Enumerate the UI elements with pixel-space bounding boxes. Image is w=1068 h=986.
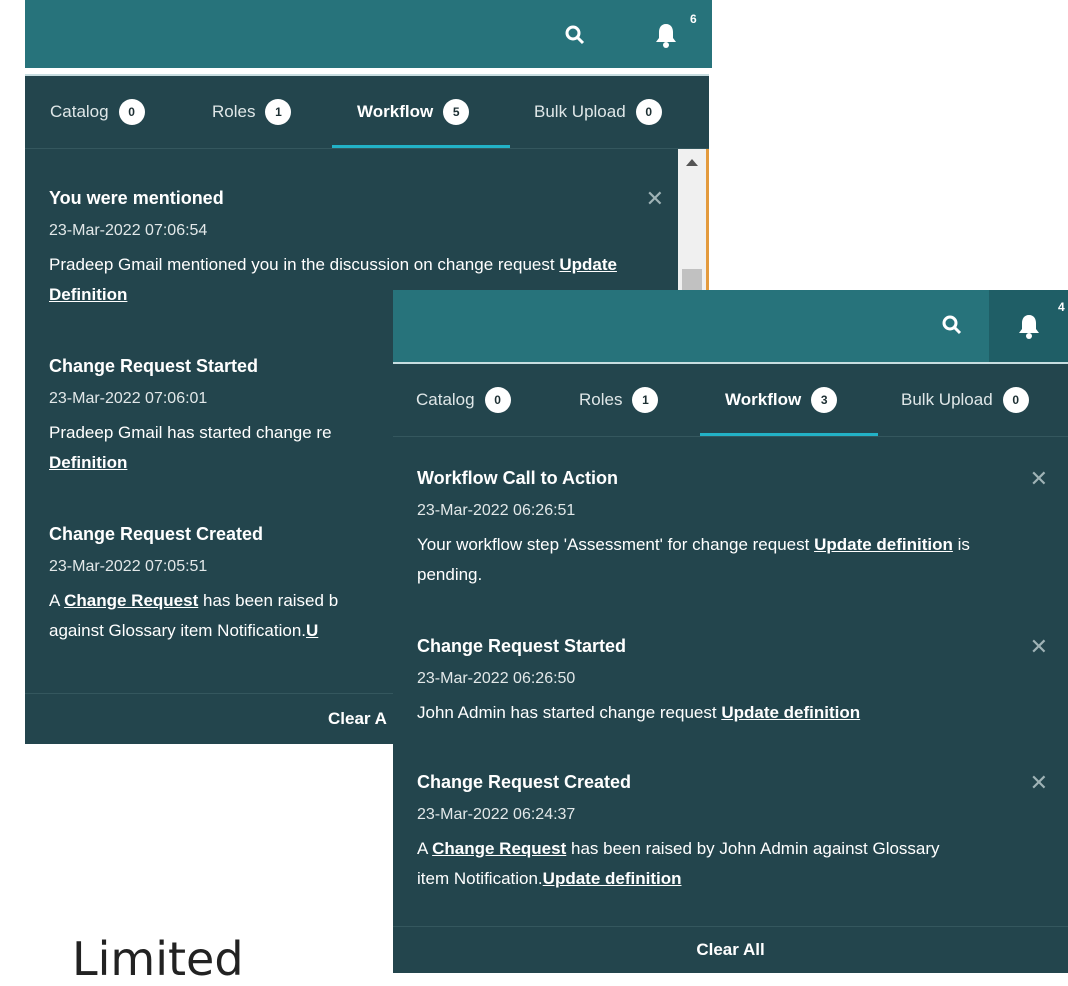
- tab-label: Catalog: [416, 390, 475, 409]
- tab-bulk-upload[interactable]: Bulk Upload 0: [901, 364, 1029, 436]
- bell-icon[interactable]: [649, 18, 683, 52]
- tab-label: Roles: [579, 390, 623, 409]
- tab-count-badge: 1: [265, 99, 292, 125]
- notification-link[interactable]: Update definition: [814, 535, 953, 554]
- tab-catalog[interactable]: Catalog 0: [416, 364, 511, 436]
- notification-link[interactable]: Update definition: [721, 703, 860, 722]
- clear-all-label: Clear A: [328, 709, 387, 728]
- notification-time: 23-Mar-2022 06:24:37: [417, 806, 576, 823]
- tab-count-badge: 0: [1002, 387, 1029, 413]
- notification-message: A Change Request has been raised by John…: [417, 834, 957, 894]
- message-text: A: [49, 591, 65, 610]
- notification-title: Change Request Started: [417, 636, 627, 656]
- notification-time: 23-Mar-2022 07:06:54: [49, 222, 208, 239]
- back-top-bar: 6: [25, 0, 712, 68]
- tab-bulk-upload[interactable]: Bulk Upload 0: [534, 76, 662, 148]
- bell-count-badge: 6: [690, 12, 697, 26]
- tab-roles[interactable]: Roles 1: [212, 76, 292, 148]
- message-text: Your workflow step 'Assessment' for chan…: [417, 535, 815, 554]
- close-icon[interactable]: ✕: [1030, 634, 1048, 660]
- search-icon[interactable]: [560, 20, 590, 50]
- notification-time: 23-Mar-2022 06:26:50: [417, 670, 576, 687]
- change-request-link[interactable]: Change Request: [432, 839, 566, 858]
- tab-label: Catalog: [50, 102, 109, 121]
- tab-label: Roles: [212, 102, 256, 121]
- tab-workflow[interactable]: Workflow 3: [725, 364, 838, 436]
- notification-item: Change Request Created ✕ 23-Mar-2022 06:…: [417, 770, 1048, 894]
- notification-link[interactable]: Definition: [49, 453, 127, 472]
- front-tab-bar: Catalog 0 Roles 1 Workflow 3 Bulk Upload…: [393, 364, 1068, 437]
- close-icon[interactable]: ✕: [1030, 770, 1048, 796]
- active-tab-indicator: [700, 433, 878, 436]
- tab-roles[interactable]: Roles 1: [579, 364, 659, 436]
- message-text: A: [417, 839, 433, 858]
- bell-icon[interactable]: [989, 290, 1068, 362]
- notification-title: Change Request Created: [417, 772, 632, 792]
- front-top-bar: 4: [393, 290, 1068, 362]
- notification-time: 23-Mar-2022 06:26:51: [417, 502, 576, 519]
- message-text: John Admin has started change request: [417, 703, 722, 722]
- close-icon[interactable]: ✕: [646, 186, 664, 212]
- notification-link[interactable]: Update definition: [543, 869, 682, 888]
- notification-item: Workflow Call to Action ✕ 23-Mar-2022 06…: [417, 466, 1048, 590]
- notification-message: Your workflow step 'Assessment' for chan…: [417, 530, 997, 590]
- search-icon[interactable]: [937, 310, 967, 340]
- message-text: Pradeep Gmail mentioned you in the discu…: [49, 255, 560, 274]
- message-text: Pradeep Gmail has started change re: [49, 423, 332, 442]
- tab-count-badge: 0: [484, 387, 511, 413]
- scroll-up-arrow-icon[interactable]: [686, 159, 698, 166]
- tab-workflow[interactable]: Workflow 5: [357, 76, 470, 148]
- clear-all-button[interactable]: Clear All: [393, 926, 1068, 973]
- notification-item: Change Request Started ✕ 23-Mar-2022 06:…: [417, 634, 1048, 728]
- message-text: has been raised b: [198, 591, 339, 610]
- background-text: Limited: [72, 932, 244, 986]
- notification-link[interactable]: U: [306, 621, 318, 640]
- clear-all-label: Clear All: [696, 940, 765, 959]
- tab-count-badge: 3: [811, 387, 838, 413]
- tab-count-badge: 1: [632, 387, 659, 413]
- back-tab-bar: Catalog 0 Roles 1 Workflow 5 Bulk Upload…: [25, 76, 709, 149]
- notification-title: You were mentioned: [49, 188, 224, 208]
- tab-label: Workflow: [725, 390, 802, 409]
- tab-label: Bulk Upload: [901, 390, 993, 409]
- notification-message: John Admin has started change request Up…: [417, 698, 1048, 728]
- close-icon[interactable]: ✕: [1030, 466, 1048, 492]
- notification-title: Workflow Call to Action: [417, 468, 618, 488]
- tab-count-badge: 0: [118, 99, 145, 125]
- tab-count-badge: 0: [635, 99, 662, 125]
- active-tab-indicator: [332, 145, 510, 148]
- tab-catalog[interactable]: Catalog 0: [50, 76, 145, 148]
- tab-count-badge: 5: [443, 99, 470, 125]
- front-panel-body: Catalog 0 Roles 1 Workflow 3 Bulk Upload…: [393, 362, 1068, 973]
- tab-label: Workflow: [357, 102, 434, 121]
- bell-count-badge: 4: [1058, 300, 1065, 314]
- change-request-link[interactable]: Change Request: [64, 591, 198, 610]
- message-text: against Glossary item Notification.: [49, 621, 306, 640]
- tab-label: Bulk Upload: [534, 102, 626, 121]
